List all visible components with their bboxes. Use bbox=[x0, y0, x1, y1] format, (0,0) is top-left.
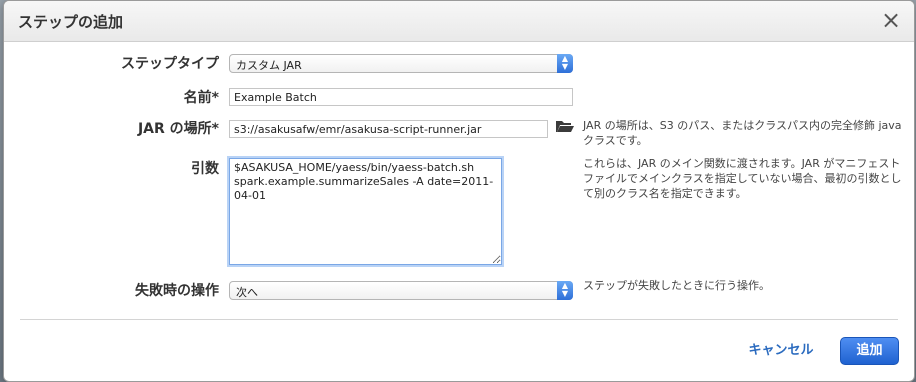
name-label: 名前* bbox=[183, 90, 219, 106]
step-type-select[interactable]: カスタム JAR ▲ ▼ bbox=[229, 54, 573, 73]
jar-location-input[interactable] bbox=[229, 120, 548, 138]
close-icon[interactable]: × bbox=[878, 7, 904, 33]
step-type-label: ステップタイプ bbox=[121, 56, 219, 72]
dialog-title: ステップの追加 bbox=[18, 13, 124, 31]
footer-divider bbox=[20, 319, 898, 320]
dialog-header: ステップの追加 × bbox=[4, 1, 914, 42]
on-failure-value: 次へ bbox=[236, 286, 258, 299]
cancel-button[interactable]: キャンセル bbox=[742, 341, 820, 361]
on-failure-label: 失敗時の操作 bbox=[135, 283, 219, 299]
add-step-dialog: ステップの追加 × ステップタイプ カスタム JAR ▲▼ 名前* JAR の場… bbox=[3, 0, 915, 382]
step-type-value: カスタム JAR bbox=[236, 59, 302, 72]
select-stepper-icon: ▲ ▼ bbox=[557, 54, 573, 73]
folder-open-icon[interactable] bbox=[555, 118, 575, 134]
on-failure-select[interactable]: 次へ ▲ ▼ bbox=[229, 281, 573, 300]
add-button[interactable]: 追加 bbox=[840, 337, 899, 365]
name-input[interactable] bbox=[229, 88, 573, 106]
jar-location-label: JAR の場所* bbox=[137, 121, 219, 137]
arguments-label: 引数 bbox=[191, 161, 219, 177]
arguments-help: これらは、JAR のメイン関数に渡されます。JAR がマニフェストファイルでメイ… bbox=[583, 157, 902, 200]
select-stepper-icon: ▲ ▼ bbox=[557, 281, 573, 300]
arguments-textarea[interactable]: $ASAKUSA_HOME/yaess/bin/yaess-batch.sh s… bbox=[229, 158, 502, 265]
jar-location-help: JAR の場所は、S3 のパス、またはクラスパス内の完全修飾 java クラスで… bbox=[583, 119, 902, 147]
on-failure-help: ステップが失敗したときに行う操作。 bbox=[583, 279, 770, 292]
